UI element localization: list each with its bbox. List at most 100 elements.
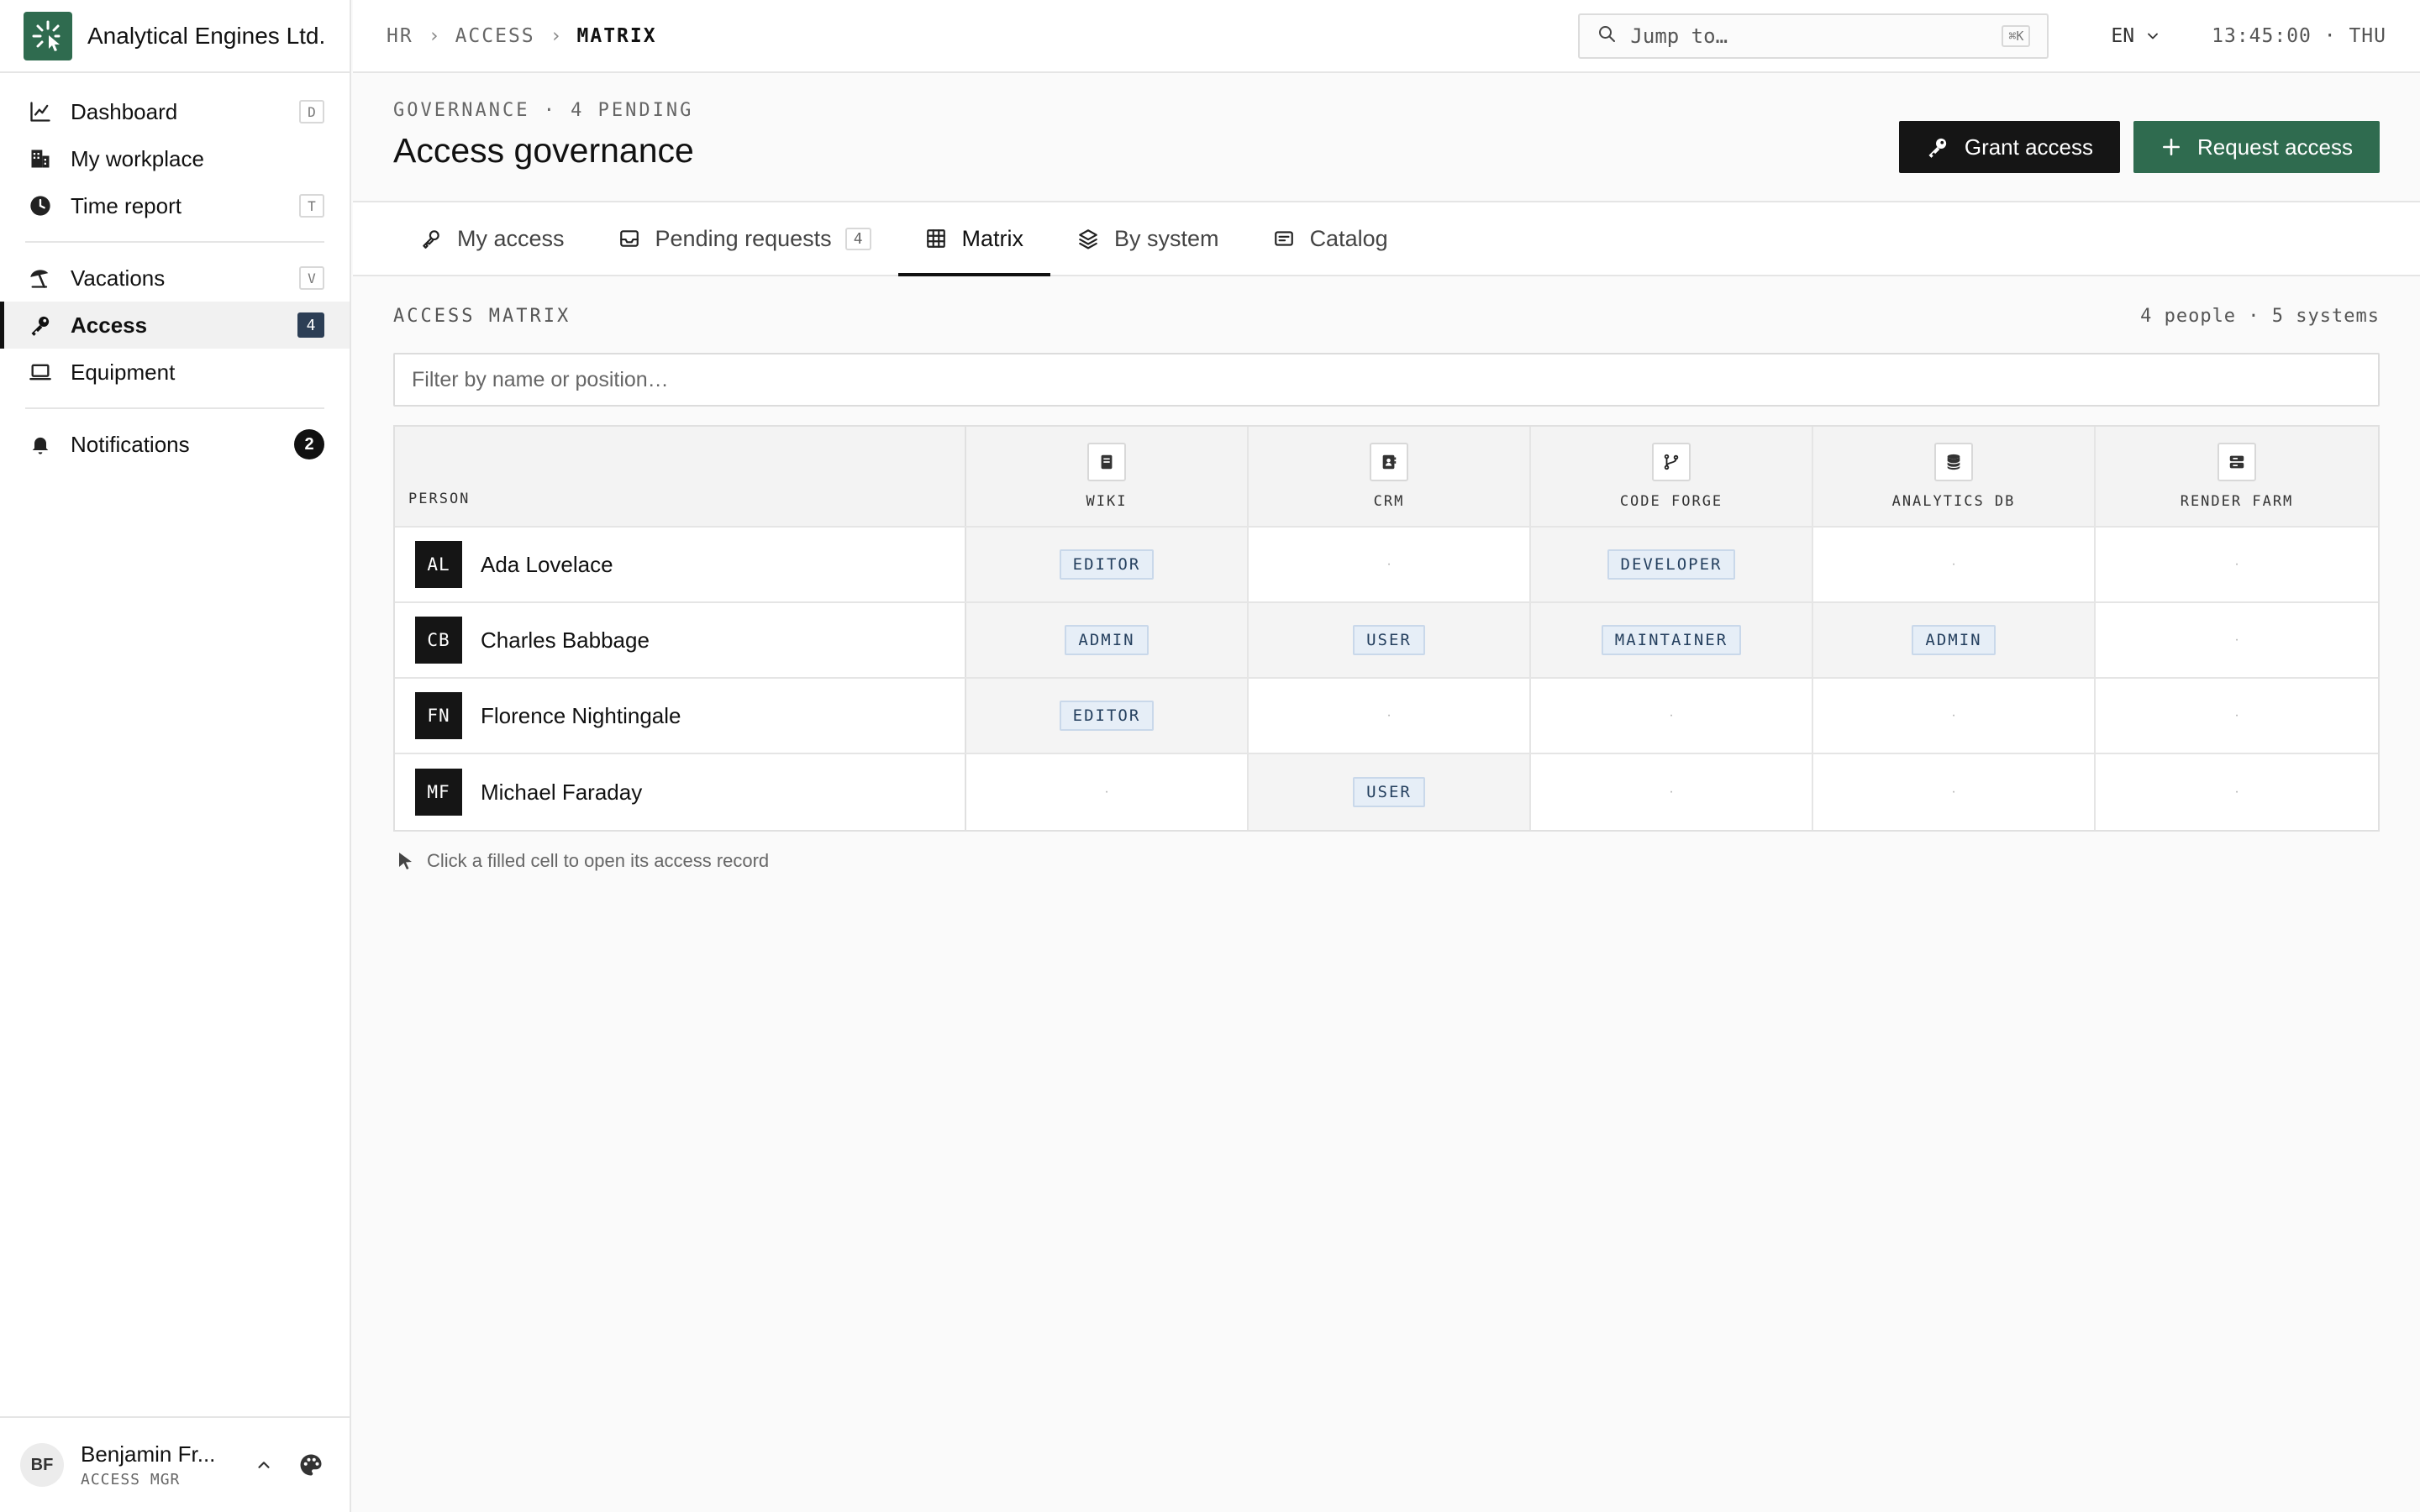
tab-count-badge: 4	[844, 227, 871, 250]
sidebar-item-dashboard[interactable]: Dashboard D	[0, 88, 350, 135]
sidebar-item-notifications[interactable]: Notifications 2	[0, 421, 350, 468]
grant-access-button[interactable]: Grant access	[1898, 121, 2121, 173]
sidebar-item-label: Notifications	[71, 431, 190, 457]
database-icon	[1934, 443, 1973, 481]
count-badge: 4	[297, 312, 324, 338]
avatar: MF	[415, 769, 462, 816]
user-box[interactable]: BF Benjamin Fr... ACCESS MGR	[0, 1416, 350, 1512]
cursor-icon	[397, 851, 415, 871]
contacts-icon	[1370, 443, 1408, 481]
empty-cell: ·	[1813, 679, 2096, 753]
system-name: ANALYTICS DB	[1891, 493, 2016, 510]
access-cell[interactable]: ADMIN	[966, 603, 1249, 677]
system-column-header: RENDER FARM	[2096, 427, 2378, 526]
sidebar-item-equipment[interactable]: Equipment	[0, 349, 350, 396]
person-name: Florence Nightingale	[481, 702, 681, 728]
empty-cell: ·	[1249, 528, 1531, 601]
sidebar-item-time-report[interactable]: Time report T	[0, 182, 350, 229]
empty-cell: ·	[1531, 679, 1813, 753]
search-shortcut: ⌘K	[2002, 24, 2031, 47]
chart-line-icon	[29, 100, 52, 123]
system-name: CRM	[1373, 493, 1405, 510]
catalog-icon	[1273, 228, 1295, 249]
breadcrumb: HR › ACCESS › MATRIX	[387, 25, 1578, 47]
table-row: AL Ada Lovelace EDITOR · DEVELOPER · ·	[395, 528, 2378, 603]
access-cell[interactable]: USER	[1249, 603, 1531, 677]
person-cell: CB Charles Babbage	[395, 603, 966, 677]
system-name: WIKI	[1086, 493, 1128, 510]
brand-logo-icon	[24, 11, 72, 60]
language-value: EN	[2111, 24, 2135, 47]
access-matrix: PERSON WIKI CRM CODE FORGE ANALYTICS DB …	[393, 425, 2380, 832]
shortcut-key: T	[299, 194, 324, 218]
sidebar-item-label: Vacations	[71, 265, 166, 291]
role-chip: EDITOR	[1059, 701, 1155, 731]
filter-field[interactable]	[393, 353, 2380, 407]
brand-name: Analytical Engines Ltd.	[87, 22, 326, 49]
search-placeholder: Jump to…	[1630, 24, 1728, 48]
breadcrumb-access[interactable]: ACCESS	[455, 25, 535, 47]
role-chip: ADMIN	[1065, 625, 1149, 655]
chevron-up-icon[interactable]	[245, 1446, 282, 1483]
sidebar-item-access[interactable]: Access 4	[0, 302, 350, 349]
tab-matrix[interactable]: Matrix	[897, 202, 1051, 276]
sidebar-item-my-workplace[interactable]: My workplace	[0, 135, 350, 182]
access-cell[interactable]: MAINTAINER	[1531, 603, 1813, 677]
access-cell[interactable]: USER	[1249, 754, 1531, 830]
shortcut-key: V	[299, 266, 324, 290]
empty-cell: ·	[966, 754, 1249, 830]
plus-icon	[2160, 136, 2182, 158]
empty-cell: ·	[1813, 754, 2096, 830]
search-input[interactable]: Jump to… ⌘K	[1578, 13, 2049, 59]
filter-input[interactable]	[412, 367, 2361, 392]
sidebar-item-label: Dashboard	[71, 98, 178, 124]
sidebar-item-label: My workplace	[71, 145, 204, 171]
access-cell[interactable]: DEVELOPER	[1531, 528, 1813, 601]
table-row: MF Michael Faraday · USER · · ·	[395, 754, 2378, 830]
empty-mark: ·	[1951, 708, 1956, 722]
grant-access-label: Grant access	[1964, 134, 2094, 160]
search-icon	[1597, 24, 1617, 48]
empty-mark: ·	[1669, 708, 1674, 722]
chevron-down-icon	[2148, 33, 2159, 39]
count-badge: 2	[294, 429, 324, 459]
breadcrumb-separator: ›	[550, 24, 562, 47]
request-access-button[interactable]: Request access	[2133, 121, 2380, 173]
breadcrumb-hr[interactable]: HR	[387, 25, 413, 47]
system-name: CODE FORGE	[1619, 493, 1723, 510]
topbar: HR › ACCESS › MATRIX Jump to… ⌘K EN 13:4…	[353, 0, 2420, 73]
role-chip: ADMIN	[1912, 625, 1996, 655]
person-name: Charles Babbage	[481, 627, 650, 653]
git-branch-icon	[1652, 443, 1691, 481]
breadcrumb-separator: ›	[428, 24, 440, 47]
avatar: CB	[415, 617, 462, 664]
palette-icon[interactable]	[292, 1446, 329, 1483]
clock: 13:45:00 · THU	[2212, 24, 2386, 47]
access-cell[interactable]: ADMIN	[1813, 603, 2096, 677]
role-chip: MAINTAINER	[1601, 625, 1742, 655]
role-chip: EDITOR	[1059, 549, 1155, 580]
request-access-label: Request access	[2197, 134, 2353, 160]
access-cell[interactable]: EDITOR	[966, 528, 1249, 601]
empty-mark: ·	[2234, 708, 2239, 722]
tab-label: Pending requests	[655, 225, 832, 251]
brand[interactable]: Analytical Engines Ltd.	[0, 0, 350, 73]
matrix-header-row: PERSON WIKI CRM CODE FORGE ANALYTICS DB …	[395, 427, 2378, 528]
tab-label: My access	[457, 225, 565, 251]
empty-cell: ·	[2096, 603, 2378, 677]
page-eyebrow: GOVERNANCE · 4 PENDING	[393, 100, 694, 121]
tab-pending-requests[interactable]: Pending requests 4	[592, 202, 898, 275]
role-chip: DEVELOPER	[1607, 549, 1736, 580]
tab-catalog[interactable]: Catalog	[1246, 202, 1415, 275]
key-outline-icon	[420, 228, 442, 249]
sidebar-item-vacations[interactable]: Vacations V	[0, 255, 350, 302]
access-cell[interactable]: EDITOR	[966, 679, 1249, 753]
tab-by-system[interactable]: By system	[1050, 202, 1246, 275]
tab-bar: My access Pending requests 4 Matrix By sy…	[353, 201, 2420, 276]
nav-group: Notifications 2	[25, 409, 324, 480]
layers-icon	[1077, 228, 1099, 249]
tab-my-access[interactable]: My access	[393, 202, 592, 275]
sidebar-item-label: Time report	[71, 192, 182, 218]
empty-cell: ·	[2096, 528, 2378, 601]
language-select[interactable]: EN	[2111, 25, 2161, 47]
